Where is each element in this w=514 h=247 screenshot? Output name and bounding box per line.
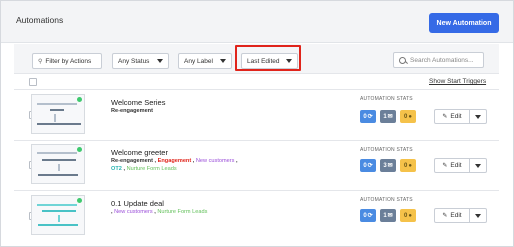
label-select-value: Any Label	[184, 57, 213, 65]
page-title: Automations	[16, 15, 64, 25]
label-tag[interactable]: New customers	[114, 209, 153, 215]
chevron-down-icon	[475, 114, 481, 119]
label-tag[interactable]: Nurture Form Leads	[157, 209, 207, 215]
row-actions-dropdown[interactable]	[470, 208, 487, 223]
row-actions-dropdown[interactable]	[470, 109, 487, 124]
refresh-icon: ⟳	[367, 213, 373, 219]
active-status-dot	[77, 198, 82, 203]
search-input[interactable]: Search Automations...	[393, 52, 484, 68]
filter-actions-label: Filter by Actions	[45, 57, 92, 65]
label-tag[interactable]: Re-engagement	[111, 108, 153, 114]
stat-contacts[interactable]: 0 ●	[400, 110, 416, 123]
label-select[interactable]: Any Label	[178, 53, 232, 69]
automation-labels: Re-engagement , Engagement , New custome…	[111, 158, 238, 172]
stat-runs[interactable]: 0 ⟳	[360, 209, 376, 222]
automation-name[interactable]: Welcome Series	[111, 98, 165, 107]
label-tag[interactable]: OT2	[111, 166, 122, 172]
user-icon: ●	[408, 212, 412, 219]
workflow-thumbnail[interactable]	[31, 144, 85, 184]
filter-icon: ⚲	[38, 58, 43, 65]
envelope-icon: ✉	[387, 213, 393, 219]
refresh-icon: ⟳	[367, 114, 373, 120]
label-tag[interactable]: Engagement	[158, 158, 192, 164]
pencil-icon: ✎	[442, 213, 448, 219]
row-actions-dropdown[interactable]	[470, 158, 487, 173]
envelope-icon: ✉	[387, 114, 393, 120]
active-status-dot	[77, 97, 82, 102]
workflow-thumbnail[interactable]	[31, 195, 85, 235]
automation-labels: , New customers , Nurture Form Leads	[111, 209, 208, 215]
workflow-thumbnail[interactable]	[31, 94, 85, 134]
chevron-down-icon	[475, 213, 481, 218]
refresh-icon: ⟳	[367, 163, 373, 169]
chevron-down-icon	[475, 163, 481, 168]
pencil-icon: ✎	[442, 163, 448, 169]
label-tag[interactable]: Nurture Form Leads	[127, 166, 177, 172]
highlight-box	[235, 45, 301, 71]
label-tag[interactable]: Re-engagement	[111, 158, 153, 164]
stats-header: AUTOMATION STATS	[360, 96, 413, 102]
edit-button[interactable]: ✎ Edit	[434, 158, 470, 173]
edit-button[interactable]: ✎ Edit	[434, 208, 470, 223]
label-tag[interactable]: New customers	[196, 158, 235, 164]
stats-header: AUTOMATION STATS	[360, 147, 413, 153]
automation-name[interactable]: Welcome greeter	[111, 148, 168, 157]
edit-button[interactable]: ✎ Edit	[434, 109, 470, 124]
automation-labels: Re-engagement	[111, 107, 281, 115]
envelope-icon: ✉	[387, 163, 393, 169]
select-all-checkbox[interactable]	[29, 78, 37, 86]
show-start-triggers-link[interactable]: Show Start Triggers	[429, 78, 486, 85]
filter-by-actions-button[interactable]: ⚲ Filter by Actions	[32, 53, 102, 69]
chevron-down-icon	[157, 59, 163, 63]
stat-contacts[interactable]: 0 ●	[400, 159, 416, 172]
chevron-down-icon	[220, 59, 226, 63]
new-automation-button[interactable]: New Automation	[429, 13, 499, 33]
status-select[interactable]: Any Status	[112, 53, 169, 69]
stat-emails[interactable]: 3 ✉	[380, 159, 396, 172]
automation-name[interactable]: 0.1 Update deal	[111, 199, 164, 208]
user-icon: ●	[408, 162, 412, 169]
stat-emails[interactable]: 1 ✉	[380, 110, 396, 123]
top-bar: Automations New Automation	[1, 1, 513, 43]
active-status-dot	[77, 147, 82, 152]
stat-runs[interactable]: 0 ⟳	[360, 110, 376, 123]
search-icon	[399, 56, 406, 64]
status-select-value: Any Status	[118, 57, 150, 65]
stat-emails[interactable]: 1 ✉	[380, 209, 396, 222]
stat-runs[interactable]: 0 ⟳	[360, 159, 376, 172]
stats-header: AUTOMATION STATS	[360, 197, 413, 203]
stat-contacts[interactable]: 0 ●	[400, 209, 416, 222]
user-icon: ●	[408, 113, 412, 120]
search-placeholder: Search Automations...	[410, 56, 474, 64]
pencil-icon: ✎	[442, 114, 448, 120]
